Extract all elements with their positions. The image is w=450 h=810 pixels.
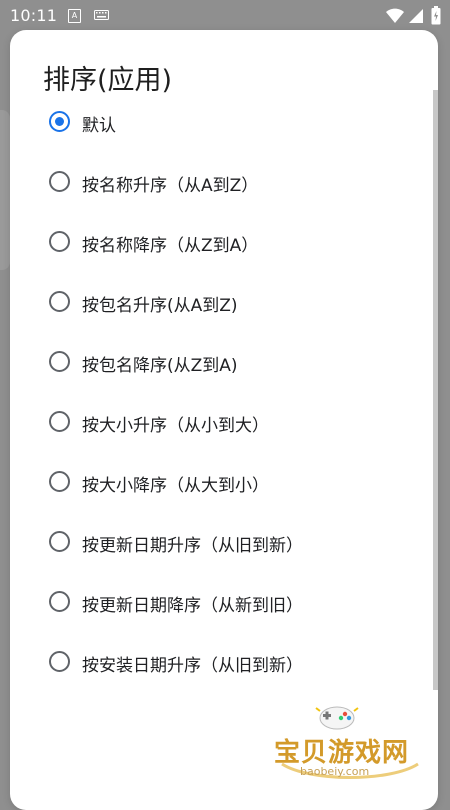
option-label: 按包名降序(从Z到A): [82, 356, 238, 376]
battery-icon: [431, 6, 441, 25]
a-icon: A: [68, 9, 81, 23]
watermark-url: baobeiy.com: [300, 765, 370, 778]
radio-button[interactable]: [49, 411, 70, 432]
keyboard-icon: [94, 10, 109, 20]
option-label: 默认: [82, 116, 116, 136]
scrollbar-thumb[interactable]: [433, 90, 438, 690]
sort-option-updated-asc[interactable]: 按更新日期升序（从旧到新）: [10, 513, 438, 573]
sort-option-installed-asc[interactable]: 按安装日期升序（从旧到新）: [10, 633, 438, 693]
option-label: 按更新日期升序（从旧到新）: [82, 536, 303, 556]
option-label: 按大小降序（从大到小）: [82, 476, 269, 496]
option-label: 按包名升序(从A到Z): [82, 296, 238, 316]
option-label: 按名称升序（从A到Z）: [82, 176, 259, 196]
sort-option-updated-desc[interactable]: 按更新日期降序（从新到旧）: [10, 573, 438, 633]
option-label: 按更新日期降序（从新到旧）: [82, 596, 303, 616]
radio-button-checked[interactable]: [49, 111, 70, 132]
radio-button[interactable]: [49, 651, 70, 672]
radio-button[interactable]: [49, 171, 70, 192]
sort-option-size-asc[interactable]: 按大小升序（从小到大）: [10, 393, 438, 453]
radio-button[interactable]: [49, 231, 70, 252]
sort-option-size-desc[interactable]: 按大小降序（从大到小）: [10, 453, 438, 513]
sort-option-package-desc[interactable]: 按包名降序(从Z到A): [10, 333, 438, 393]
option-label: 按名称降序（从Z到A）: [82, 236, 259, 256]
radio-button[interactable]: [49, 591, 70, 612]
sort-option-list: 默认 按名称升序（从A到Z） 按名称降序（从Z到A） 按包名升序(从A到Z) 按…: [10, 93, 438, 693]
scrollbar[interactable]: [433, 90, 438, 690]
sort-dialog: 排序(应用) 默认 按名称升序（从A到Z） 按名称降序（从Z到A） 按包名升序(…: [10, 30, 438, 810]
gamepad-mascot-icon: [315, 706, 359, 730]
wifi-icon: [386, 8, 404, 23]
radio-button[interactable]: [49, 471, 70, 492]
status-time: 10:11: [10, 6, 58, 25]
signal-icon: [409, 9, 423, 23]
option-label: 按大小升序（从小到大）: [82, 416, 269, 436]
option-label: 按安装日期升序（从旧到新）: [82, 656, 303, 676]
watermark-logo: 宝贝游戏网 baobeiy.com: [272, 700, 422, 790]
sort-option-name-desc[interactable]: 按名称降序（从Z到A）: [10, 213, 438, 273]
radio-button[interactable]: [49, 351, 70, 372]
dialog-title: 排序(应用): [43, 65, 173, 96]
sort-option-package-asc[interactable]: 按包名升序(从A到Z): [10, 273, 438, 333]
sort-option-name-asc[interactable]: 按名称升序（从A到Z）: [10, 153, 438, 213]
radio-button[interactable]: [49, 291, 70, 312]
status-bar: 10:11 A: [0, 0, 450, 30]
background-card: [0, 110, 10, 270]
sort-option-default[interactable]: 默认: [10, 93, 438, 153]
radio-button[interactable]: [49, 531, 70, 552]
